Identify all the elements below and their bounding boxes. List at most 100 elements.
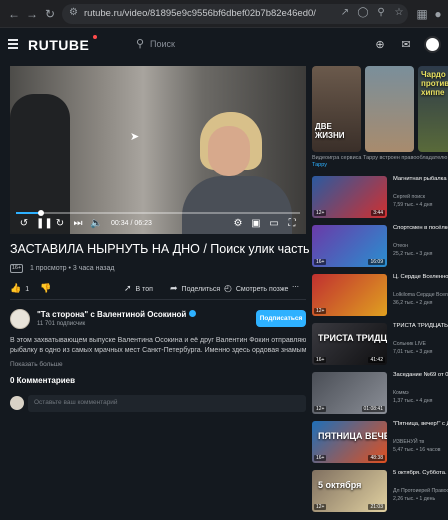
pause-icon[interactable]: ❚❚	[36, 218, 53, 230]
address-bar[interactable]: ⚙ rutube.ru/video/81895e9c9556bf6dbef02b…	[62, 4, 408, 24]
recommended-channel[interactable]: ИЗВЕНУЙ тв	[393, 439, 424, 445]
bookmark-star-icon[interactable]: ☆	[392, 7, 406, 18]
shorts-caption-link[interactable]: Тарру	[312, 162, 327, 168]
channel-name-text: "Та сторона" с Валентиной Осокиной	[37, 310, 187, 319]
recommended-channel[interactable]: Дл Протоиерей Правосл...	[393, 488, 448, 494]
user-avatar[interactable]	[424, 36, 441, 53]
open-in-app-icon[interactable]: ↗	[338, 7, 352, 18]
recommended-meta: 7,59 тыс. • 4 дня	[393, 202, 433, 208]
video-thumbnail[interactable]: 5 октября 12+ 21:03	[312, 470, 387, 512]
recommendations-panel: ДВЕ ЖИЗНИ Чардо против хиппе Видеоигра с…	[312, 66, 448, 520]
next-icon[interactable]: ⏭	[72, 218, 84, 230]
video-frame-woman	[182, 112, 292, 234]
recommended-video[interactable]: 12+ 01:08:41 Заседание №69 от 01.10.2024. …	[312, 372, 448, 417]
translate-icon[interactable]: ◯	[356, 7, 370, 18]
video-duration: 3:44	[371, 210, 385, 216]
age-badge: 16+	[314, 357, 327, 363]
notifications-icon[interactable]: ✉	[398, 37, 414, 53]
progress-bar[interactable]	[16, 210, 300, 216]
recommended-meta: 25,2 тыс. • 3 дня	[393, 251, 433, 257]
recommended-title[interactable]: Заседание №69 от 01.10.2024. Часть 2	[393, 372, 448, 379]
recommended-channel[interactable]: Сольник LIVE	[393, 341, 426, 347]
short-card[interactable]: Чардо против хиппе	[418, 66, 448, 152]
share-button[interactable]: ➦ Поделиться	[170, 283, 220, 294]
video-thumbnail[interactable]: 12+ 3:44	[312, 176, 387, 218]
zoom-icon[interactable]: ⚲	[374, 7, 388, 18]
watch-later-button[interactable]: ◴ Смотреть позже	[224, 283, 288, 294]
share-icon: ➦	[170, 283, 178, 293]
recommended-video[interactable]: ПЯТНИЦА ВЕЧЕР! 16+ 48:38 "Пятница, вечер!" …	[312, 421, 448, 466]
recommended-title[interactable]: Магнитная рыбалка у дома...	[393, 176, 448, 183]
profile-icon[interactable]: ●	[430, 6, 446, 22]
forward-icon[interactable]: →	[24, 6, 40, 22]
recommended-video[interactable]: ТРИСТА ТРИДЦАТЬ ТРИ16+41:42 ТРИСТА ТРИДЦА…	[312, 323, 448, 368]
search-box[interactable]: ⚲ Поиск	[130, 35, 360, 55]
recommended-meta: 7,01 тыс. • 3 дня	[393, 349, 433, 355]
recommended-meta: 36,2 тыс. • 2 дня	[393, 300, 433, 306]
rewind-icon[interactable]: ↺	[18, 218, 30, 230]
video-actions: 👍 1 👎 ➚ В топ ➦ Поделиться ◴ Смотреть позже …	[10, 280, 306, 296]
recommended-channel[interactable]: Коммэ	[393, 390, 409, 396]
short-card[interactable]	[365, 66, 414, 152]
video-thumbnail[interactable]: ТРИСТА ТРИДЦАТЬ ТРИ 16+ 41:42	[312, 323, 387, 365]
channel-avatar[interactable]	[10, 309, 30, 329]
video-thumbnail[interactable]: ПЯТНИЦА ВЕЧЕР! 16+ 48:38	[312, 421, 387, 463]
like-button[interactable]: 👍 1	[10, 283, 29, 294]
thumbs-down-icon: 👎	[40, 283, 52, 293]
age-badge: 12+	[314, 308, 327, 314]
subscribe-button[interactable]: Подписаться	[256, 310, 306, 327]
back-icon[interactable]: ←	[6, 6, 22, 22]
video-thumbnail[interactable]: 12+ 01:08:41	[312, 372, 387, 414]
channel-name[interactable]: "Та сторона" с Валентиной Осокиной	[37, 310, 197, 319]
logo[interactable]: RUTUBE	[28, 37, 89, 53]
video-description: В этом захватывающем выпуске Валентина О…	[10, 336, 306, 356]
fullscreen-icon[interactable]: ⛶	[286, 218, 298, 230]
recommended-video[interactable]: 12+ Ц. Сердце Вселенной #24... Lolkiloma С…	[312, 274, 448, 319]
recommended-channel[interactable]: Сергей поиск	[393, 194, 425, 200]
video-thumbnail[interactable]: 12+	[312, 274, 387, 316]
volume-icon[interactable]: 🔈	[90, 218, 102, 230]
recommended-title[interactable]: "Пятница, вечер!" с Дмитрием...	[393, 421, 448, 428]
show-more-link[interactable]: Показать больше	[10, 361, 63, 368]
age-badge: 12+	[314, 406, 327, 412]
site-header: RUTUBE ⚲ Поиск ⊕ ✉	[0, 28, 448, 62]
recommended-title[interactable]: 5 октября. Суббота. Евангелие дня 202...	[393, 470, 448, 477]
video-thumbnail[interactable]: 16+ 16:09	[312, 225, 387, 267]
theater-icon[interactable]: ▭	[268, 218, 280, 230]
recommended-title[interactable]: ТРИСТА ТРИДЦАТЬ ТРИ! | ...	[393, 323, 448, 330]
reload-icon[interactable]: ↻	[42, 6, 58, 22]
recommended-video[interactable]: 12+ 3:44 Магнитная рыбалка у дома... Сергей…	[312, 176, 448, 221]
thumbnail-text: ПЯТНИЦА ВЕЧЕР!	[318, 431, 387, 441]
recommended-video[interactable]: 5 октября 12+ 21:03 5 октября. Суббота. Ева…	[312, 470, 448, 515]
short-card[interactable]: ДВЕ ЖИЗНИ	[312, 66, 361, 152]
video-duration: 21:03	[368, 504, 385, 510]
upload-icon[interactable]: ⊕	[372, 37, 388, 53]
video-meta: 1 просмотр • 3 часа назад	[30, 265, 115, 272]
shorts-caption-text: Видеоигра сервиса Тарру встроен правообл…	[312, 155, 448, 161]
comment-input[interactable]: Оставьте ваш комментарий	[28, 395, 306, 412]
settings-icon[interactable]: ⚙	[232, 218, 244, 230]
recommended-video[interactable]: 16+ 16:09 Спортсмен в посёлке... Отеон 25,2 …	[312, 225, 448, 270]
pip-icon[interactable]: ▣	[250, 218, 262, 230]
video-player[interactable]: ➤ ↺ ❚❚ ↻ ⏭ 🔈 00:34 / 06:23 ⚙ ▣ ▭ ⛶	[10, 66, 306, 234]
age-badge: 16+	[314, 455, 327, 461]
video-duration: 48:38	[368, 455, 385, 461]
search-icon[interactable]: ⚲	[136, 37, 144, 50]
recommended-channel[interactable]: Отеон	[393, 243, 408, 249]
verified-icon	[189, 310, 197, 317]
top-label: В топ	[135, 286, 153, 293]
menu-icon[interactable]	[8, 39, 18, 49]
dislike-button[interactable]: 👎	[40, 283, 55, 294]
forward-icon[interactable]: ↻	[54, 218, 66, 230]
recommended-title[interactable]: Ц. Сердце Вселенной #24...	[393, 274, 448, 281]
channel-subscribers: 11 701 подписчик	[37, 321, 86, 327]
search-placeholder: Поиск	[150, 39, 175, 49]
recommended-title[interactable]: Спортсмен в посёлке...	[393, 225, 448, 232]
recommended-channel[interactable]: Lolkiloma Сердце Вселенной	[393, 292, 448, 298]
extensions-icon[interactable]: ▦	[414, 6, 430, 22]
shorts-caption: Видеоигра сервиса Тарру встроен правообл…	[312, 155, 448, 169]
top-button[interactable]: ➚ В топ	[124, 283, 153, 294]
site-info-icon[interactable]: ⚙	[69, 7, 78, 18]
age-badge: 12+	[314, 504, 327, 510]
more-options-icon[interactable]: ⋯	[292, 283, 299, 291]
